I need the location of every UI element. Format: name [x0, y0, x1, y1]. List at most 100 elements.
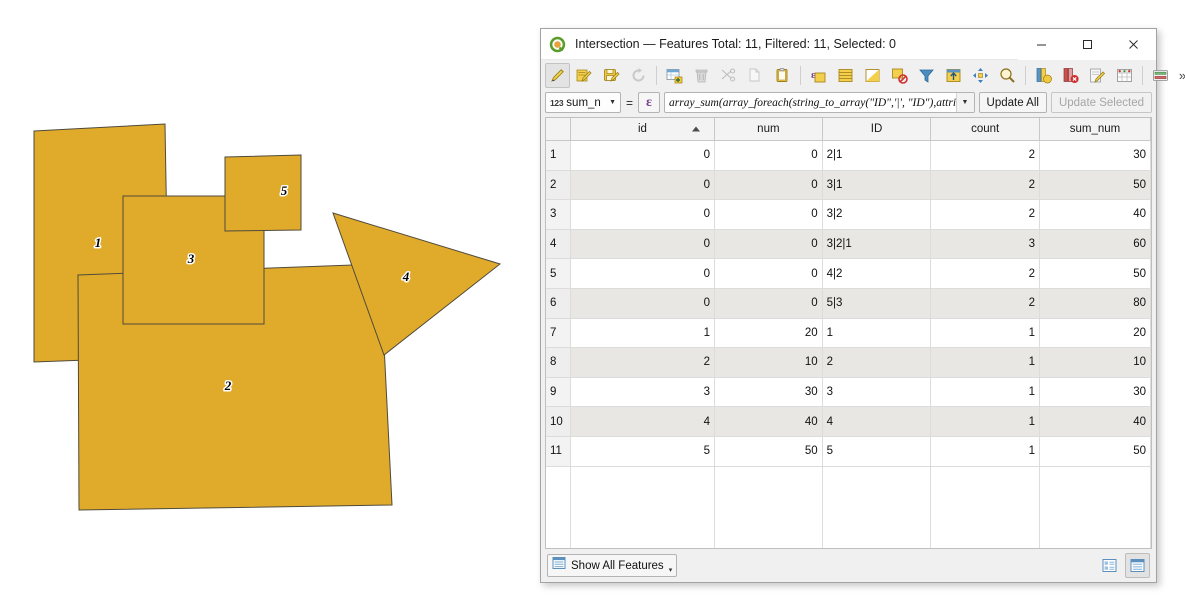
- cell-num[interactable]: 0: [714, 140, 823, 171]
- cell-id[interactable]: 0: [570, 288, 716, 319]
- row-number[interactable]: 11: [546, 436, 571, 467]
- cell-id[interactable]: 0: [570, 140, 716, 171]
- cell-ID[interactable]: 3|2|1: [822, 229, 932, 260]
- table-row[interactable]: 9 3 30 3 1 30: [546, 377, 1151, 408]
- expression-builder-button[interactable]: ε: [638, 92, 661, 113]
- cell-ID[interactable]: 2|1: [822, 140, 932, 171]
- cell-num[interactable]: 0: [714, 229, 823, 260]
- cell-ID[interactable]: 2: [822, 347, 932, 378]
- add-feature-icon[interactable]: [662, 63, 687, 88]
- table-row[interactable]: 2 0 0 3|1 2 50: [546, 170, 1151, 201]
- column-header-ID[interactable]: ID: [822, 118, 932, 141]
- cell-sum_num[interactable]: 10: [1039, 347, 1151, 378]
- copy-features-icon[interactable]: [743, 63, 768, 88]
- filter-selection-icon[interactable]: [914, 63, 939, 88]
- row-number[interactable]: 2: [546, 170, 571, 201]
- move-selection-to-top-icon[interactable]: [941, 63, 966, 88]
- zoom-map-to-selection-icon[interactable]: [995, 63, 1020, 88]
- select-all-corner-header[interactable]: [546, 118, 571, 141]
- chevron-down-icon[interactable]: ▾: [669, 566, 673, 576]
- reload-table-icon[interactable]: [626, 63, 651, 88]
- row-number[interactable]: 5: [546, 258, 571, 289]
- open-field-calculator-icon[interactable]: [1085, 63, 1110, 88]
- cell-id[interactable]: 1: [570, 318, 716, 349]
- cell-sum_num[interactable]: 50: [1039, 170, 1151, 201]
- cell-count[interactable]: 2: [930, 199, 1041, 230]
- cell-ID[interactable]: 4|2: [822, 258, 932, 289]
- cell-num[interactable]: 40: [714, 406, 823, 437]
- new-field-icon[interactable]: [1031, 63, 1056, 88]
- column-header-count[interactable]: count: [930, 118, 1041, 141]
- cell-count[interactable]: 2: [930, 140, 1041, 171]
- cell-count[interactable]: 1: [930, 406, 1041, 437]
- table-row[interactable]: 11 5 50 5 1 50: [546, 436, 1151, 467]
- cell-count[interactable]: 1: [930, 318, 1041, 349]
- cell-id[interactable]: 0: [570, 229, 716, 260]
- column-header-sum_num[interactable]: sum_num: [1039, 118, 1151, 141]
- maximize-button[interactable]: [1064, 28, 1110, 60]
- cell-count[interactable]: 3: [930, 229, 1041, 260]
- cell-id[interactable]: 2: [570, 347, 716, 378]
- attribute-table[interactable]: id num ID count sum_num 1 0 0 2|1 2 30 2 0 0 3|1 2 50 3 0…: [545, 117, 1152, 549]
- cell-count[interactable]: 2: [930, 258, 1041, 289]
- delete-field-icon[interactable]: [1058, 63, 1083, 88]
- cell-ID[interactable]: 3|2: [822, 199, 932, 230]
- cell-sum_num[interactable]: 30: [1039, 140, 1151, 171]
- cell-num[interactable]: 0: [714, 258, 823, 289]
- cell-sum_num[interactable]: 20: [1039, 318, 1151, 349]
- cell-num[interactable]: 20: [714, 318, 823, 349]
- table-row[interactable]: 3 0 0 3|2 2 40: [546, 199, 1151, 230]
- map-polygon-5[interactable]: [224, 154, 302, 232]
- paste-features-icon[interactable]: [770, 63, 795, 88]
- table-row[interactable]: 6 0 0 5|3 2 80: [546, 288, 1151, 319]
- cell-num[interactable]: 10: [714, 347, 823, 378]
- cell-count[interactable]: 1: [930, 377, 1041, 408]
- pan-map-to-selection-icon[interactable]: [968, 63, 993, 88]
- cell-id[interactable]: 0: [570, 258, 716, 289]
- row-number[interactable]: 9: [546, 377, 571, 408]
- cell-count[interactable]: 1: [930, 347, 1041, 378]
- map-canvas[interactable]: 1 2 3 4 5: [0, 0, 536, 610]
- select-by-expression-icon[interactable]: ε: [806, 63, 831, 88]
- table-row[interactable]: 10 4 40 4 1 40: [546, 406, 1151, 437]
- save-edits-icon[interactable]: [572, 63, 597, 88]
- cell-count[interactable]: 2: [930, 170, 1041, 201]
- cell-sum_num[interactable]: 50: [1039, 436, 1151, 467]
- cell-id[interactable]: 3: [570, 377, 716, 408]
- invert-selection-icon[interactable]: [860, 63, 885, 88]
- close-button[interactable]: [1110, 28, 1156, 60]
- expression-history-dropdown-icon[interactable]: ▼: [955, 93, 974, 112]
- cell-ID[interactable]: 5: [822, 436, 932, 467]
- cell-id[interactable]: 0: [570, 199, 716, 230]
- row-number[interactable]: 6: [546, 288, 571, 319]
- cell-num[interactable]: 0: [714, 288, 823, 319]
- cell-id[interactable]: 4: [570, 406, 716, 437]
- update-all-button[interactable]: Update All: [978, 92, 1047, 113]
- cell-count[interactable]: 1: [930, 436, 1041, 467]
- save-layer-edits-icon[interactable]: [599, 63, 624, 88]
- column-header-num[interactable]: num: [714, 118, 823, 141]
- delete-selected-icon[interactable]: [689, 63, 714, 88]
- minimize-button[interactable]: [1018, 28, 1064, 60]
- table-row[interactable]: 1 0 0 2|1 2 30: [546, 140, 1151, 171]
- cell-sum_num[interactable]: 30: [1039, 377, 1151, 408]
- cell-sum_num[interactable]: 40: [1039, 199, 1151, 230]
- cell-num[interactable]: 50: [714, 436, 823, 467]
- organize-columns-icon[interactable]: [1148, 63, 1173, 88]
- row-number[interactable]: 7: [546, 318, 571, 349]
- table-row[interactable]: 7 1 20 1 1 20: [546, 318, 1151, 349]
- window-titlebar[interactable]: Intersection — Features Total: 11, Filte…: [541, 28, 1156, 60]
- cell-sum_num[interactable]: 80: [1039, 288, 1151, 319]
- form-view-button[interactable]: [1097, 553, 1122, 578]
- cell-ID[interactable]: 3|1: [822, 170, 932, 201]
- toolbar-overflow-button[interactable]: »: [1174, 64, 1185, 86]
- cell-ID[interactable]: 3: [822, 377, 932, 408]
- row-number[interactable]: 3: [546, 199, 571, 230]
- cell-num[interactable]: 0: [714, 199, 823, 230]
- column-header-id[interactable]: id: [570, 118, 716, 141]
- select-all-icon[interactable]: [833, 63, 858, 88]
- conditional-formatting-icon[interactable]: [1112, 63, 1137, 88]
- cell-id[interactable]: 0: [570, 170, 716, 201]
- cell-ID[interactable]: 5|3: [822, 288, 932, 319]
- cell-sum_num[interactable]: 50: [1039, 258, 1151, 289]
